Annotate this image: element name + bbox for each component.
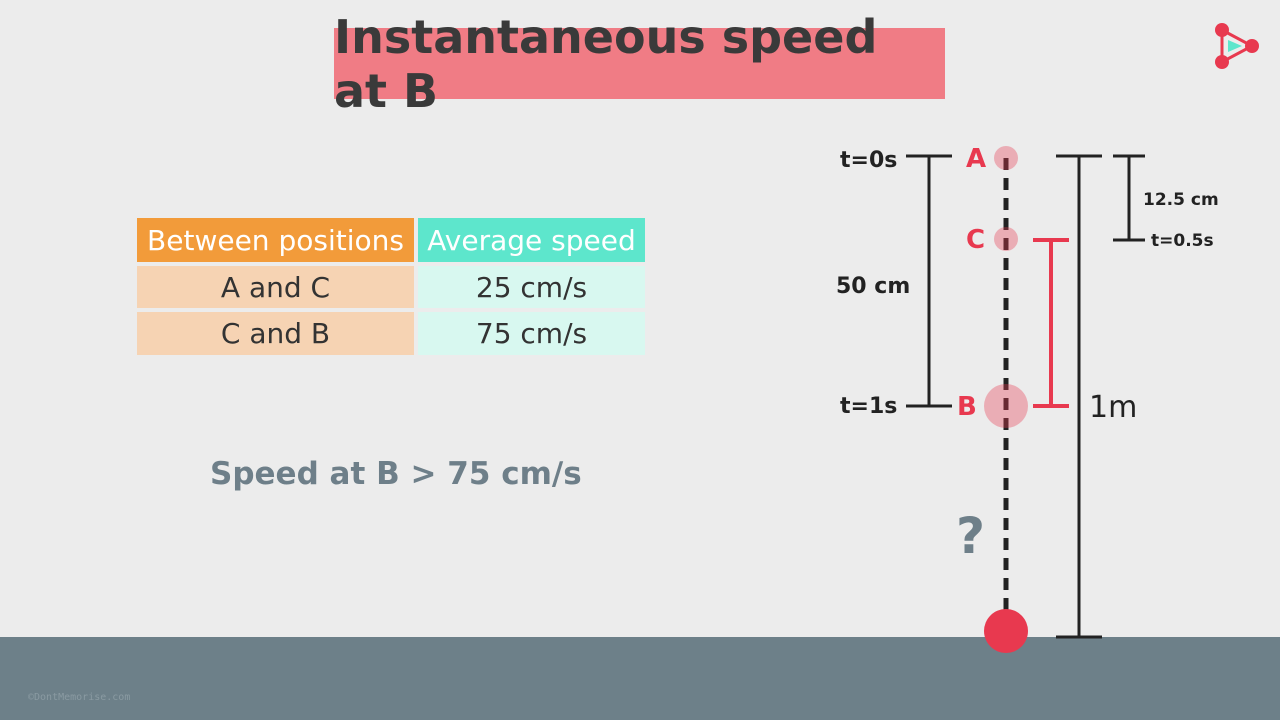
question-mark: ? (956, 507, 985, 565)
label-point-b: B (957, 392, 977, 422)
left-bracket (906, 154, 952, 408)
ball-position-b (984, 384, 1028, 428)
ball-ground (984, 609, 1028, 653)
label-1m: 1m (1089, 390, 1137, 425)
label-50cm: 50 cm (836, 274, 910, 299)
label-12-5cm: 12.5 cm (1143, 190, 1219, 210)
ball-position-c (994, 227, 1018, 251)
label-t05: t=0.5s (1151, 231, 1214, 251)
falling-ball-diagram: A C B t=0s t=1s t=0.5s 50 cm 12.5 cm 1m … (836, 144, 1219, 653)
label-point-a: A (966, 144, 986, 174)
ball-position-a (994, 146, 1018, 170)
label-t0: t=0s (840, 148, 897, 173)
c-to-b-bracket (1033, 238, 1069, 408)
small-bracket (1113, 154, 1145, 242)
label-point-c: C (966, 225, 985, 255)
label-t1: t=1s (840, 394, 897, 419)
